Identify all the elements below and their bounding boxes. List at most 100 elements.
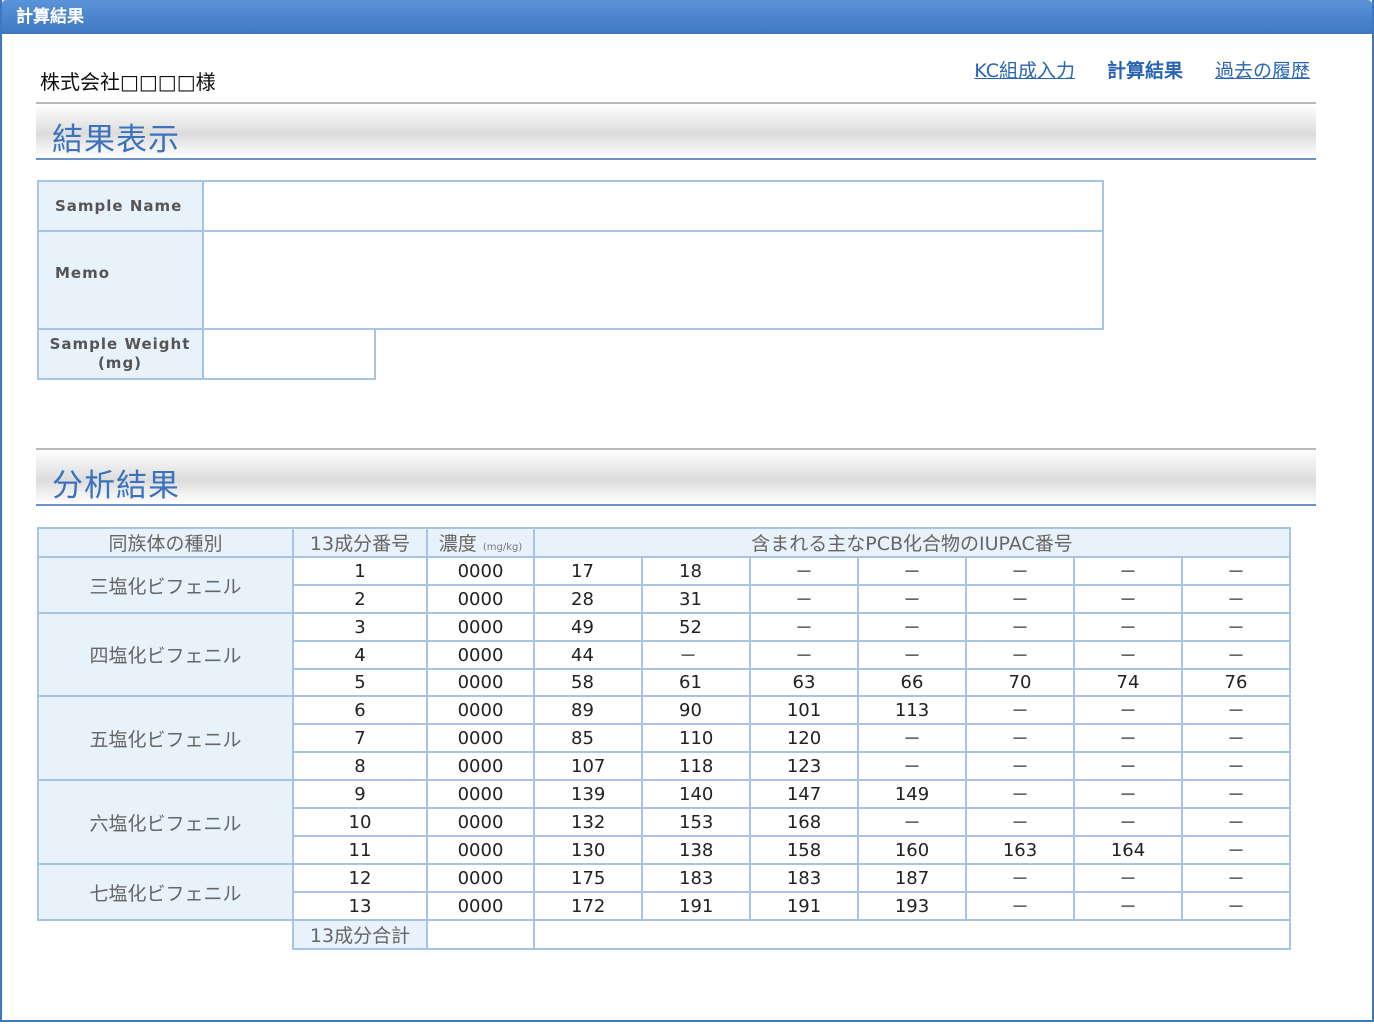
iupac-cell: －: [1073, 723, 1183, 753]
iupac-cell: 130: [533, 835, 643, 865]
iupac-cell: －: [749, 640, 859, 670]
iupac-cell: 31: [641, 584, 751, 614]
iupac-cell: －: [1181, 584, 1291, 614]
iupac-cell: －: [641, 640, 751, 670]
concentration-cell: 0000: [426, 779, 535, 809]
memo-label: Memo: [37, 230, 204, 330]
sample-weight-unit: (mg): [97, 354, 143, 372]
iupac-cell: 193: [857, 891, 967, 921]
iupac-cell: －: [749, 556, 859, 586]
component-no-cell: 11: [292, 835, 428, 865]
iupac-cell: 49: [533, 612, 643, 642]
nav-history-link[interactable]: 過去の履歴: [1215, 56, 1310, 83]
iupac-cell: 66: [857, 668, 967, 697]
component-no-cell: 10: [292, 807, 428, 837]
header-concentration: 濃度 (mg/kg): [426, 527, 535, 558]
table-row: 六塩化ビフェニル 9 0000 139 140 147 149 －－－: [37, 779, 1291, 865]
iupac-cell: －: [1073, 695, 1183, 725]
sample-name-label: Sample Name: [37, 180, 204, 232]
iupac-cell: －: [857, 584, 967, 614]
iupac-cell: －: [1181, 723, 1291, 753]
concentration-cell: 0000: [426, 891, 535, 921]
header-group: 同族体の種別: [37, 527, 294, 558]
iupac-cell: 149: [857, 779, 967, 809]
iupac-cell: －: [1073, 807, 1183, 837]
iupac-cell: 61: [641, 668, 751, 697]
nav-calc-result-current: 計算結果: [1106, 60, 1183, 82]
group-name-cell: 四塩化ビフェニル: [37, 612, 294, 697]
iupac-cell: －: [749, 612, 859, 642]
iupac-cell: 172: [533, 891, 643, 921]
iupac-cell: 74: [1073, 668, 1183, 697]
iupac-cell: －: [857, 723, 967, 753]
header-component-no: 13成分番号: [292, 527, 428, 558]
total-value: [426, 919, 535, 950]
group-name-cell: 三塩化ビフェニル: [37, 556, 294, 614]
sample-weight-label: Sample Weight (mg): [37, 328, 204, 380]
iupac-cell: 175: [533, 863, 643, 893]
sample-info-table: Sample Name Memo Sample Weight (mg): [37, 180, 1104, 380]
table-row: 七塩化ビフェニル 12 0000 175 183 183 187 －－－: [37, 863, 1291, 921]
component-no-cell: 1: [292, 556, 428, 586]
app-window: 計算結果 株式会社□□□□様 KC組成入力 計算結果 過去の履歴 結果表示 Sa…: [0, 0, 1374, 1022]
iupac-cell: －: [857, 640, 967, 670]
concentration-cell: 0000: [426, 723, 535, 753]
sample-weight-label-text: Sample Weight: [49, 335, 191, 353]
iupac-cell: 123: [749, 751, 859, 781]
iupac-cell: 110: [641, 723, 751, 753]
iupac-cell: －: [965, 891, 1075, 921]
iupac-cell: 153: [641, 807, 751, 837]
iupac-cell: －: [1181, 556, 1291, 586]
window-title: 計算結果: [2, 0, 1372, 34]
sample-name-field[interactable]: [202, 180, 1104, 232]
header-concentration-unit: (mg/kg): [482, 542, 523, 553]
iupac-cell: －: [965, 612, 1075, 642]
component-no-cell: 13: [292, 891, 428, 921]
component-no-cell: 5: [292, 668, 428, 697]
iupac-cell: －: [1073, 779, 1183, 809]
concentration-cell: 0000: [426, 640, 535, 670]
iupac-cell: －: [1181, 640, 1291, 670]
iupac-cell: 28: [533, 584, 643, 614]
iupac-cell: 139: [533, 779, 643, 809]
iupac-cell: 17: [533, 556, 643, 586]
iupac-cell: －: [965, 695, 1075, 725]
iupac-cell: －: [1181, 807, 1291, 837]
total-label: 13成分合計: [292, 919, 428, 950]
iupac-cell: －: [1073, 863, 1183, 893]
iupac-cell: 113: [857, 695, 967, 725]
iupac-cell: －: [965, 779, 1075, 809]
iupac-cell: 164: [1073, 835, 1183, 865]
iupac-cell: －: [1181, 891, 1291, 921]
iupac-cell: －: [965, 556, 1075, 586]
component-no-cell: 8: [292, 751, 428, 781]
component-no-cell: 3: [292, 612, 428, 642]
concentration-cell: 0000: [426, 863, 535, 893]
group-name-cell: 七塩化ビフェニル: [37, 863, 294, 921]
iupac-cell: －: [857, 751, 967, 781]
iupac-cell: －: [965, 723, 1075, 753]
result-section-title: 結果表示: [52, 122, 180, 158]
result-section-header: 結果表示: [36, 102, 1316, 160]
iupac-cell: 63: [749, 668, 859, 697]
iupac-cell: 132: [533, 807, 643, 837]
iupac-cell: －: [965, 584, 1075, 614]
table-row: 五塩化ビフェニル 6 0000 89 90 101 113 －－－: [37, 695, 1291, 781]
concentration-cell: 0000: [426, 751, 535, 781]
memo-field[interactable]: [202, 230, 1104, 330]
iupac-cell: 58: [533, 668, 643, 697]
iupac-cell: －: [857, 556, 967, 586]
iupac-cell: －: [965, 863, 1075, 893]
iupac-cell: －: [749, 584, 859, 614]
total-empty-cell: [533, 919, 1291, 950]
iupac-cell: －: [965, 751, 1075, 781]
sample-weight-field[interactable]: [202, 328, 376, 380]
iupac-cell: 107: [533, 751, 643, 781]
nav-kc-input-link[interactable]: KC組成入力: [974, 56, 1075, 83]
component-no-cell: 9: [292, 779, 428, 809]
iupac-cell: －: [1073, 584, 1183, 614]
group-name-cell: 六塩化ビフェニル: [37, 779, 294, 865]
group-name-cell: 五塩化ビフェニル: [37, 695, 294, 781]
iupac-cell: －: [965, 807, 1075, 837]
iupac-cell: 183: [641, 863, 751, 893]
